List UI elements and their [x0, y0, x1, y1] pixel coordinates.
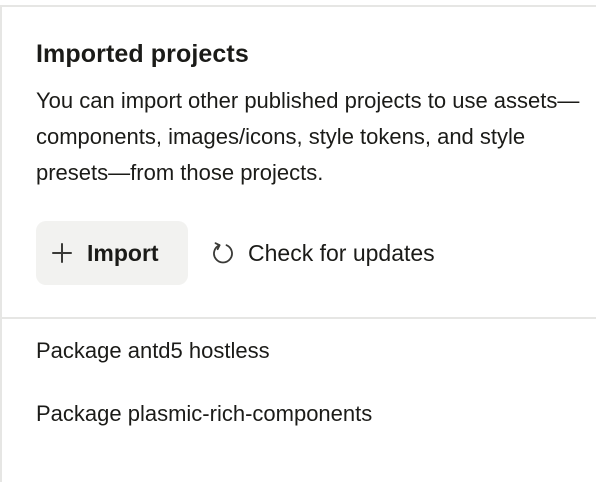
import-button-label: Import: [87, 239, 159, 266]
check-for-updates-label: Check for updates: [248, 239, 435, 266]
top-divider: [0, 5, 596, 7]
imported-projects-panel: Imported projects You can import other p…: [0, 0, 596, 482]
package-item-antd5-hostless[interactable]: Package antd5 hostless: [36, 333, 372, 369]
section-divider: [0, 317, 596, 319]
package-list: Package antd5 hostless Package plasmic-r…: [36, 333, 372, 459]
check-for-updates-button[interactable]: Check for updates: [210, 232, 435, 274]
refresh-icon: [210, 240, 236, 266]
left-border: [0, 5, 2, 482]
section-title: Imported projects: [36, 40, 249, 68]
package-item-plasmic-rich-components[interactable]: Package plasmic-rich-components: [36, 396, 372, 432]
import-button[interactable]: Import: [36, 221, 188, 285]
section-description: You can import other published projects …: [36, 88, 580, 185]
plus-icon: [51, 242, 73, 264]
